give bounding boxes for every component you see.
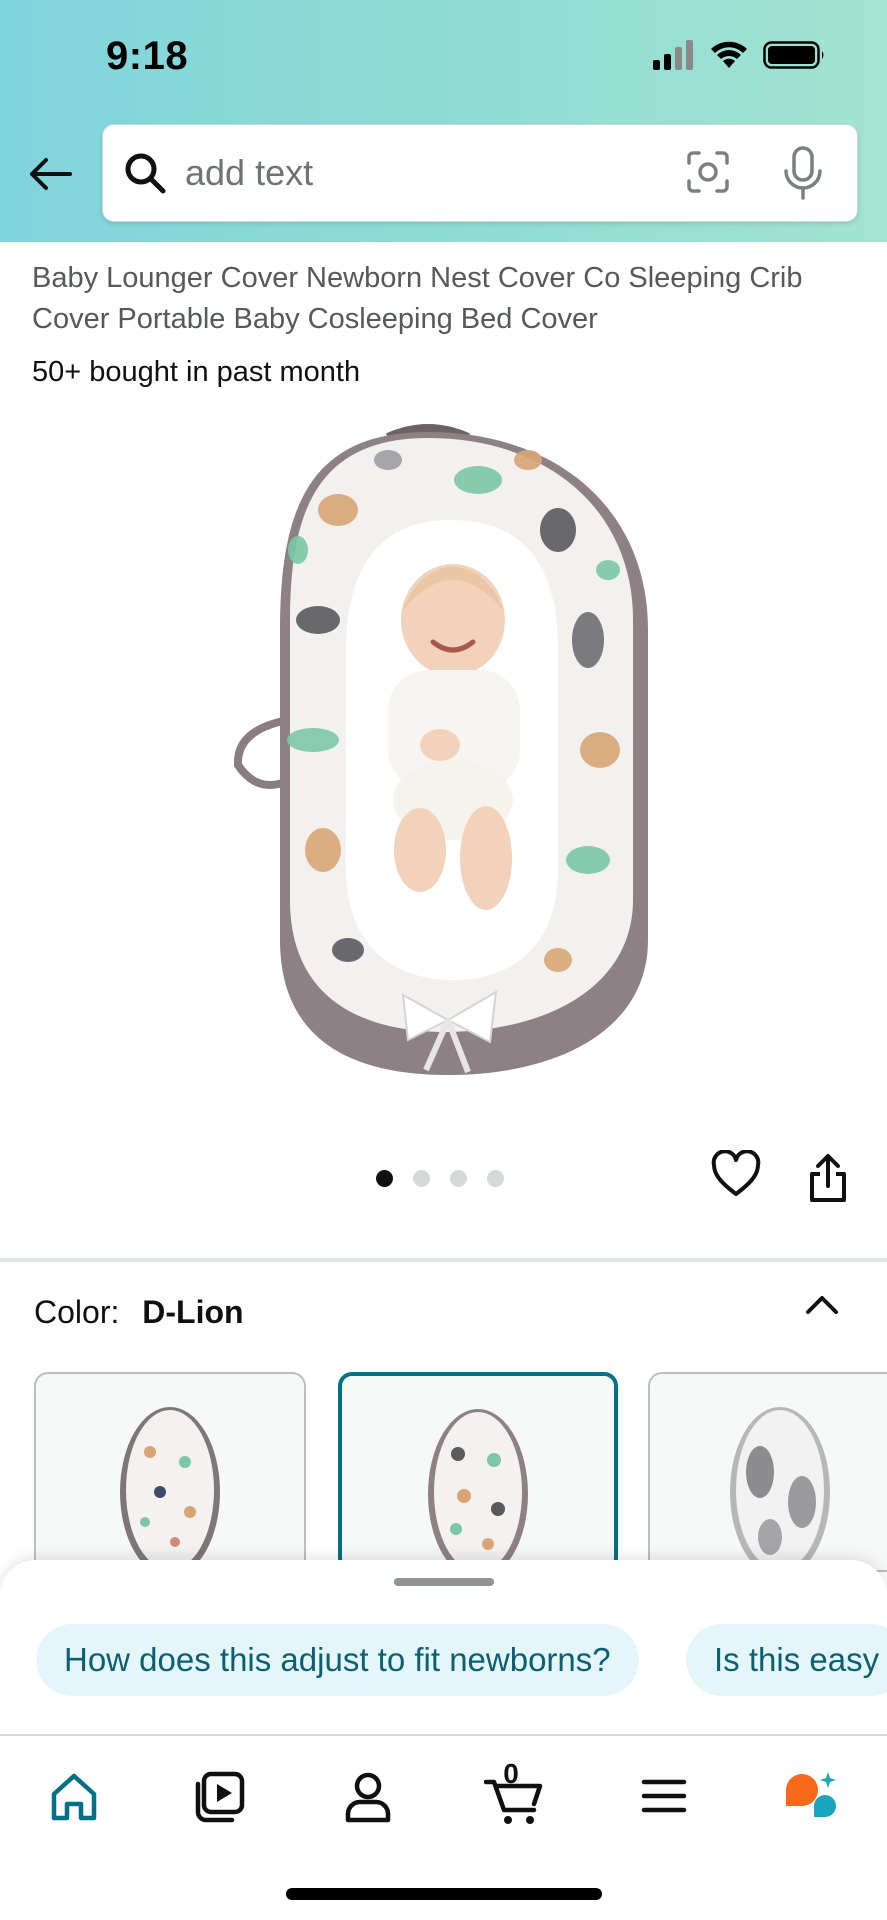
sheet-drag-handle[interactable]	[394, 1578, 494, 1586]
section-divider	[0, 1258, 887, 1262]
header-bar: 9:18	[0, 0, 887, 242]
swatch-thumbnail	[428, 1409, 528, 1568]
menu-icon[interactable]	[634, 1766, 694, 1826]
rufus-assistant-icon[interactable]	[780, 1766, 840, 1826]
wifi-icon	[711, 41, 747, 68]
product-image[interactable]	[228, 420, 668, 1082]
swatch-thumbnail	[120, 1407, 220, 1570]
color-swatch-selected[interactable]	[338, 1372, 618, 1572]
color-swatch[interactable]	[648, 1372, 887, 1572]
back-arrow-icon[interactable]	[26, 150, 74, 198]
suggestion-chip[interactable]: Is this easy	[686, 1624, 887, 1696]
pagination-dot[interactable]	[413, 1170, 430, 1187]
search-icon	[125, 153, 166, 194]
chevron-up-icon[interactable]	[802, 1290, 842, 1320]
battery-icon	[763, 41, 824, 69]
home-icon[interactable]	[44, 1766, 104, 1826]
suggestion-chip[interactable]: How does this adjust to fit newborns?	[36, 1624, 639, 1696]
color-selector-label[interactable]: Color: D-Lion	[34, 1294, 244, 1331]
video-icon[interactable]	[190, 1766, 250, 1826]
search-box[interactable]	[102, 124, 858, 222]
bought-info: 50+ bought in past month	[32, 356, 361, 388]
search-input[interactable]	[185, 143, 745, 203]
cart-button[interactable]: 0	[483, 1758, 544, 1826]
pagination-dot[interactable]	[376, 1170, 393, 1187]
signal-icon	[653, 40, 693, 70]
status-icons	[653, 40, 827, 70]
swatch-thumbnail	[730, 1407, 830, 1570]
share-icon[interactable]	[806, 1152, 850, 1204]
suggestion-sheet: How does this adjust to fit newborns? Is…	[0, 1560, 887, 1735]
home-indicator	[286, 1888, 602, 1900]
product-title[interactable]: Baby Lounger Cover Newborn Nest Cover Co…	[32, 258, 862, 340]
color-swatch[interactable]	[34, 1372, 306, 1572]
color-value: D-Lion	[142, 1294, 244, 1330]
camera-search-icon[interactable]	[683, 147, 733, 197]
bottom-nav-bar: 0	[0, 1734, 887, 1920]
microphone-icon[interactable]	[781, 145, 825, 201]
pagination-dot[interactable]	[450, 1170, 467, 1187]
cart-count: 0	[503, 1758, 519, 1789]
image-pagination[interactable]	[376, 1170, 504, 1187]
color-label: Color:	[34, 1294, 120, 1330]
status-time: 9:18	[106, 34, 189, 78]
account-icon[interactable]	[338, 1766, 398, 1826]
pagination-dot[interactable]	[487, 1170, 504, 1187]
heart-icon[interactable]	[710, 1150, 762, 1200]
